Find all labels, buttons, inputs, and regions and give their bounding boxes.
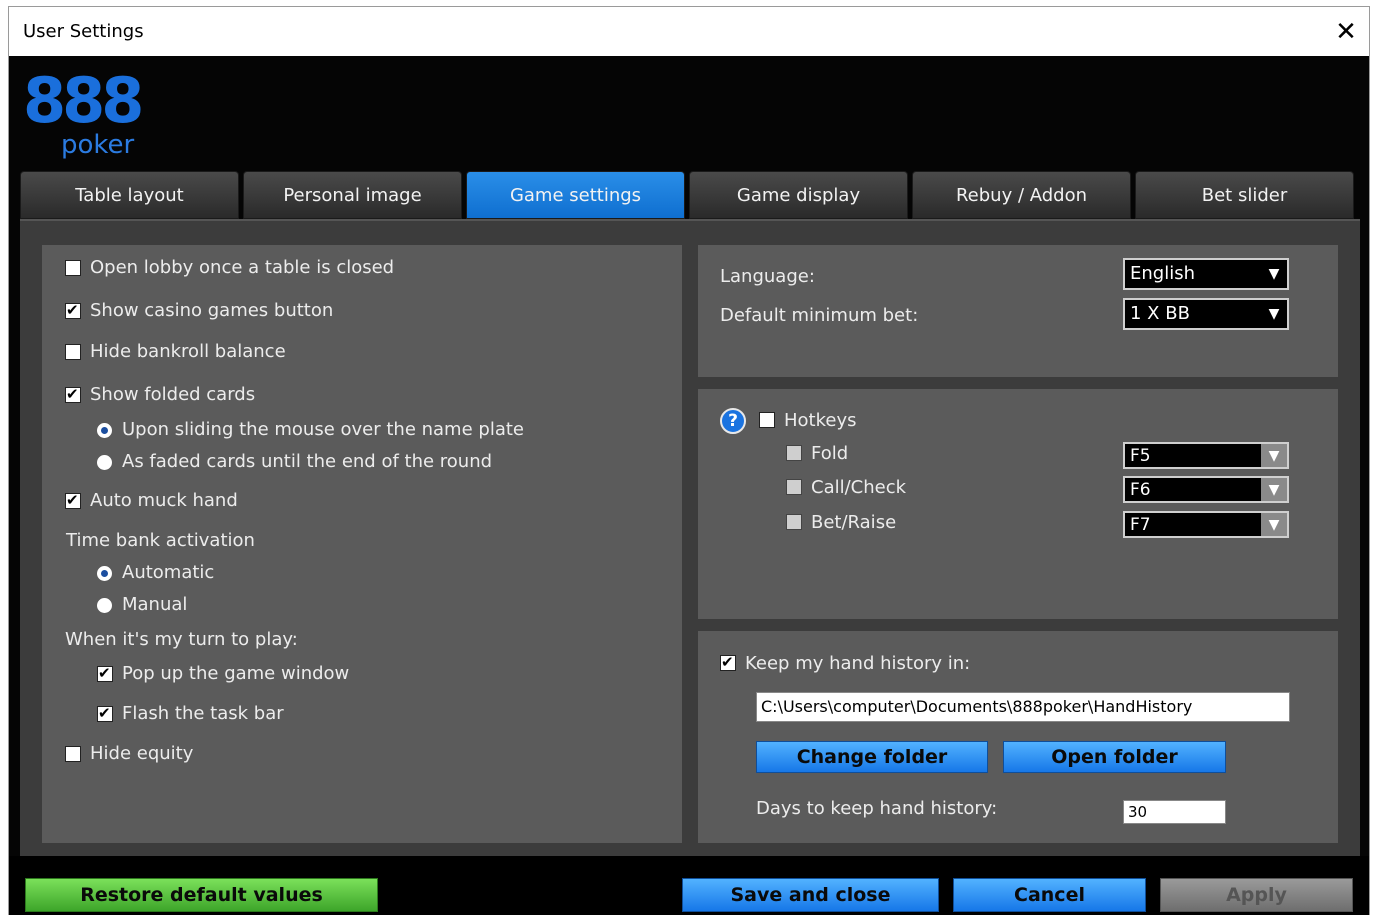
- tab-game-settings[interactable]: Game settings: [466, 171, 685, 219]
- time-bank-manual-label: Manual: [122, 594, 188, 615]
- settings-content: Open lobby once a table is closed Show c…: [20, 219, 1360, 856]
- language-select[interactable]: English ▼: [1123, 258, 1289, 290]
- hotkeys-panel: ? Hotkeys Fold F5 ▼ Call/Check F6 ▼ Bet/…: [698, 389, 1338, 619]
- fold-hotkey-label: Fold: [811, 443, 849, 464]
- chevron-down-icon: ▼: [1261, 478, 1287, 501]
- window-title: User Settings: [23, 21, 144, 42]
- show-folded-label: Show folded cards: [90, 384, 256, 405]
- tab-bar: Table layout Personal image Game setting…: [20, 171, 1360, 219]
- bet-key-value: F7: [1130, 515, 1151, 535]
- show-folded-checkbox[interactable]: [65, 385, 81, 403]
- language-value: English: [1130, 263, 1195, 284]
- tab-rebuy-addon[interactable]: Rebuy / Addon: [912, 171, 1131, 219]
- folded-hover-radio[interactable]: [97, 423, 112, 438]
- folded-hover-label: Upon sliding the mouse over the name pla…: [122, 419, 524, 440]
- apply-button[interactable]: Apply: [1160, 878, 1353, 912]
- popup-window-checkbox[interactable]: [97, 664, 113, 682]
- min-bet-label: Default minimum bet:: [720, 305, 919, 326]
- bet-hotkey-label: Bet/Raise: [811, 512, 897, 533]
- folded-faded-radio[interactable]: [97, 455, 112, 470]
- show-casino-checkbox[interactable]: [65, 301, 81, 319]
- hide-equity-checkbox[interactable]: [65, 746, 81, 762]
- time-bank-auto-label: Automatic: [122, 562, 215, 583]
- restore-defaults-button[interactable]: Restore default values: [25, 878, 378, 912]
- min-bet-value: 1 X BB: [1130, 303, 1190, 324]
- hide-bankroll-checkbox[interactable]: [65, 344, 81, 360]
- hand-history-panel: Keep my hand history in: C:\Users\comput…: [698, 631, 1338, 843]
- general-options-panel: Open lobby once a table is closed Show c…: [42, 245, 682, 843]
- cancel-button[interactable]: Cancel: [953, 878, 1146, 912]
- save-close-button[interactable]: Save and close: [682, 878, 939, 912]
- settings-window: User Settings ✕ 888 poker Table layout P…: [8, 6, 1370, 915]
- folded-faded-label: As faded cards until the end of the roun…: [122, 451, 493, 472]
- footer-bar: Restore default values Save and close Ca…: [9, 856, 1369, 915]
- flash-taskbar-label: Flash the task bar: [122, 703, 284, 724]
- chevron-down-icon: ▼: [1261, 513, 1287, 536]
- time-bank-heading: Time bank activation: [66, 530, 255, 551]
- call-hotkey-label: Call/Check: [811, 477, 907, 498]
- hide-bankroll-label: Hide bankroll balance: [90, 341, 286, 362]
- chevron-down-icon: ▼: [1268, 306, 1280, 322]
- help-icon[interactable]: ?: [720, 408, 746, 434]
- open-folder-button[interactable]: Open folder: [1003, 741, 1226, 773]
- fold-key-value: F5: [1130, 446, 1151, 466]
- fold-key-select[interactable]: F5 ▼: [1123, 442, 1289, 469]
- hotkeys-label: Hotkeys: [784, 410, 857, 431]
- open-lobby-checkbox[interactable]: [65, 260, 81, 276]
- logo-number: 888: [23, 64, 144, 137]
- days-input[interactable]: 30: [1123, 800, 1226, 824]
- call-key-value: F6: [1130, 480, 1151, 500]
- time-bank-auto-radio[interactable]: [97, 566, 112, 581]
- logo-word: poker: [61, 130, 135, 160]
- language-panel: Language: English ▼ Default minimum bet:…: [698, 245, 1338, 377]
- tab-bet-slider[interactable]: Bet slider: [1135, 171, 1354, 219]
- popup-window-label: Pop up the game window: [122, 663, 350, 684]
- language-label: Language:: [720, 266, 815, 287]
- call-hotkey-checkbox[interactable]: [786, 479, 802, 495]
- history-path-input[interactable]: C:\Users\computer\Documents\888poker\Han…: [756, 692, 1290, 722]
- change-folder-button[interactable]: Change folder: [756, 741, 988, 773]
- bet-key-select[interactable]: F7 ▼: [1123, 511, 1289, 538]
- chevron-down-icon: ▼: [1261, 444, 1287, 467]
- days-label: Days to keep hand history:: [756, 798, 998, 819]
- close-icon[interactable]: ✕: [1323, 7, 1369, 56]
- auto-muck-label: Auto muck hand: [90, 490, 238, 511]
- fold-hotkey-checkbox[interactable]: [786, 445, 802, 461]
- keep-history-checkbox[interactable]: [720, 653, 736, 671]
- app-area: 888 poker Table layout Personal image Ga…: [9, 56, 1369, 915]
- flash-taskbar-checkbox[interactable]: [97, 704, 113, 722]
- tab-table-layout[interactable]: Table layout: [20, 171, 239, 219]
- brand-logo: 888 poker: [23, 64, 144, 162]
- keep-history-label: Keep my hand history in:: [745, 653, 971, 674]
- tab-game-display[interactable]: Game display: [689, 171, 908, 219]
- open-lobby-label: Open lobby once a table is closed: [90, 257, 395, 278]
- auto-muck-checkbox[interactable]: [65, 491, 81, 509]
- turn-heading: When it's my turn to play:: [65, 629, 298, 650]
- call-key-select[interactable]: F6 ▼: [1123, 476, 1289, 503]
- hotkeys-checkbox[interactable]: [759, 412, 775, 428]
- time-bank-manual-radio[interactable]: [97, 598, 112, 613]
- bet-hotkey-checkbox[interactable]: [786, 514, 802, 530]
- min-bet-select[interactable]: 1 X BB ▼: [1123, 298, 1289, 330]
- tab-personal-image[interactable]: Personal image: [243, 171, 462, 219]
- chevron-down-icon: ▼: [1268, 266, 1280, 282]
- show-casino-label: Show casino games button: [90, 300, 334, 321]
- hide-equity-label: Hide equity: [90, 743, 194, 764]
- title-bar: User Settings ✕: [9, 7, 1369, 56]
